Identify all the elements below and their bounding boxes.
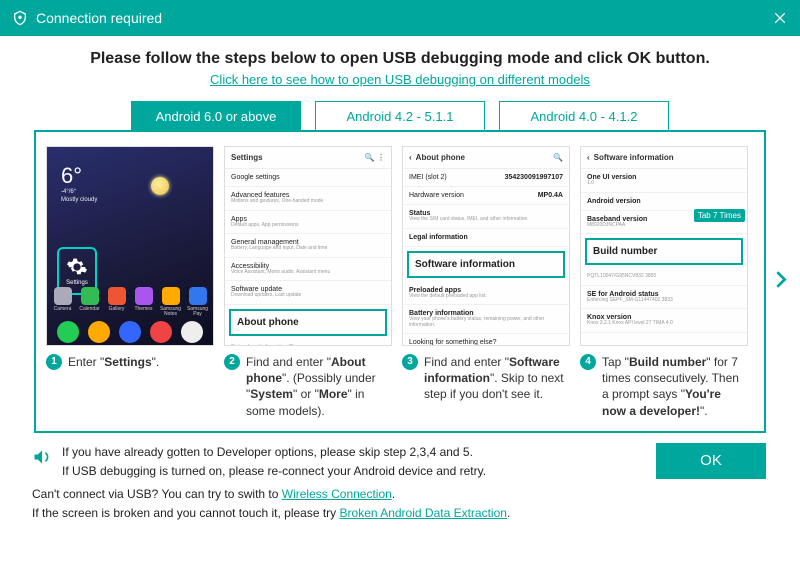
phone-screenshot-2: Settings🔍 ⋮ Google settings Advanced fea… [224,146,392,346]
back-icon: ‹ [587,153,590,162]
step-number: 3 [402,354,418,370]
help-link[interactable]: Click here to see how to open USB debugg… [210,72,590,87]
dialog-title: Connection required [36,10,772,26]
phone-screenshot-4: ‹Software information One UI version1.0 … [580,146,748,346]
moon-icon [151,177,169,195]
gear-icon [66,256,88,278]
tap-7-bubble: Tab 7 Times [694,209,745,222]
step-3: ‹About phone🔍 IMEI (slot 2)3542300919971… [402,146,570,419]
search-icon: 🔍 ⋮ [365,153,385,162]
step-number: 4 [580,354,596,370]
tab-android6[interactable]: Android 6.0 or above [131,101,301,131]
header: Please follow the steps below to open US… [0,36,800,93]
software-info-highlight: Software information [407,251,565,278]
page-heading: Please follow the steps below to open US… [20,50,780,68]
step-1: 6° -4°/6° Mostly cloudy Settings Camera … [46,146,214,419]
temp: 6° [47,147,213,189]
back-icon: ‹ [409,153,412,162]
wireless-connection-link[interactable]: Wireless Connection [282,487,392,501]
about-phone-highlight: About phone [229,309,387,336]
steps-panel: 6° -4°/6° Mostly cloudy Settings Camera … [34,130,766,433]
speaker-icon [32,447,52,467]
next-arrow[interactable] [770,269,792,294]
tabs: Android 6.0 or above Android 4.2 - 5.1.1… [0,101,800,131]
step-2: Settings🔍 ⋮ Google settings Advanced fea… [224,146,392,419]
step-number: 1 [46,354,62,370]
step-number: 2 [224,354,240,370]
phone-screenshot-3: ‹About phone🔍 IMEI (slot 2)3542300919971… [402,146,570,346]
footer-line3: Can't connect via USB? You can try to sw… [32,485,766,504]
footer-line1: If you have already gotten to Developer … [62,443,486,462]
titlebar: Connection required [0,0,800,36]
step-caption: Find and enter "Software information". S… [424,354,570,403]
phone-screenshot-1: 6° -4°/6° Mostly cloudy Settings Camera … [46,146,214,346]
footer-line2: If USB debugging is turned on, please re… [62,462,486,481]
tab-android42[interactable]: Android 4.2 - 5.1.1 [315,101,485,131]
build-number-highlight: Build number [585,238,743,265]
close-icon[interactable] [772,10,788,26]
step-caption: Enter "Settings". [68,354,159,370]
tab-android40[interactable]: Android 4.0 - 4.1.2 [499,101,669,131]
step-caption: Tap "Build number" for 7 times consecuti… [602,354,748,419]
footer-line4: If the screen is broken and you cannot t… [32,504,766,523]
search-icon: 🔍 [553,153,563,162]
ok-button[interactable]: OK [656,443,766,479]
broken-android-link[interactable]: Broken Android Data Extraction [340,506,507,520]
step-4: ‹Software information One UI version1.0 … [580,146,748,419]
step-caption: Find and enter "About phone". (Possibly … [246,354,392,419]
footer: If you have already gotten to Developer … [0,433,800,524]
shield-icon [12,10,28,26]
